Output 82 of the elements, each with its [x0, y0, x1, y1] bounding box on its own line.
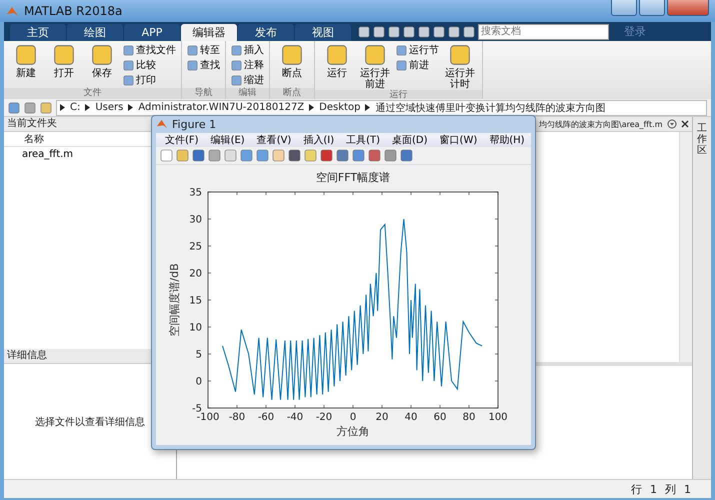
menu-item[interactable]: 窗口(W): [434, 132, 482, 147]
x-tick-label: 60: [434, 412, 446, 423]
address-field[interactable]: C: Users Administrator.WIN7U-20180127Z Desktop 通过空域快速傅里叶变换计算均匀线阵的波束方向图: [56, 100, 707, 116]
chevron-icon: [85, 104, 90, 111]
chevron-icon: [365, 104, 370, 111]
x-tick-label: 40: [404, 412, 418, 423]
search-field[interactable]: 搜索文档: [478, 24, 609, 40]
x-tick-label: -40: [286, 412, 304, 423]
toolstrip-button[interactable]: 前进: [396, 59, 439, 71]
toolstrip-button[interactable]: 比较: [123, 59, 176, 71]
ribbon-tab[interactable]: 视图: [295, 24, 351, 41]
toolstrip-button[interactable]: 注释: [231, 59, 264, 71]
close-button[interactable]: [667, 0, 709, 16]
y-tick-label: 5: [196, 349, 202, 360]
column-header[interactable]: 名称: [24, 132, 44, 146]
toolstrip-button[interactable]: 运行节: [396, 44, 439, 56]
ribbon-tab[interactable]: 发布: [238, 24, 294, 41]
y-tick-label: -5: [192, 403, 202, 414]
scrollbar[interactable]: [679, 132, 692, 362]
toolstrip-button[interactable]: 查找文件: [123, 44, 176, 56]
y-tick-label: 25: [189, 241, 202, 252]
maximize-button[interactable]: [639, 0, 665, 16]
menu-item[interactable]: 工具(T): [341, 132, 386, 147]
x-axis-label: 方位角: [336, 424, 370, 438]
y-tick-label: 20: [189, 268, 202, 280]
figure-logo-icon: [156, 118, 168, 130]
editor-tab[interactable]: 均匀线阵的波束方向图\area_fft.m: [539, 118, 663, 130]
row-label: 行: [631, 482, 642, 496]
group-label: 文件: [4, 88, 181, 99]
details-message: 选择文件以查看详细信息: [35, 416, 145, 428]
toolstrip-button[interactable]: 打印: [123, 74, 176, 86]
toolstrip-button[interactable]: 运行: [320, 44, 354, 90]
group-label: 编辑: [226, 88, 269, 99]
toolstrip-button[interactable]: 运行并计时: [443, 44, 477, 90]
window-title: MATLAB R2018a: [24, 4, 124, 18]
row-value: 1: [650, 482, 657, 496]
y-tick-label: 15: [189, 295, 202, 306]
chart-title: 空间FFT幅度谱: [316, 170, 390, 184]
chevron-icon: [309, 104, 314, 111]
toolstrip-button[interactable]: 转至: [187, 44, 220, 56]
ribbon-tab[interactable]: 编辑器: [181, 24, 237, 41]
group-label: 导航: [182, 88, 225, 99]
menu-item[interactable]: 插入(I): [298, 132, 340, 147]
ribbon-tab[interactable]: 主页: [10, 24, 66, 41]
ribbon-tab[interactable]: 绘图: [67, 24, 123, 41]
toolstrip-button[interactable]: 断点: [275, 44, 309, 88]
toolstrip-button[interactable]: 新建: [9, 44, 43, 88]
menu-item[interactable]: 编辑(E): [206, 132, 250, 147]
x-tick-label: 20: [376, 412, 388, 423]
menu-item[interactable]: 查看(V): [252, 132, 296, 147]
column-label: 列: [665, 482, 676, 496]
chevron-icon: [60, 104, 65, 111]
x-tick-label: -20: [316, 412, 332, 423]
menu-item[interactable]: 文件(F): [160, 132, 204, 147]
ribbon-tab[interactable]: APP: [124, 24, 180, 41]
toolstrip-button[interactable]: 缩进: [231, 74, 264, 86]
file-item[interactable]: area_fft.m: [4, 147, 92, 162]
options-icon[interactable]: [667, 119, 677, 129]
minimize-button[interactable]: [611, 0, 637, 16]
y-tick-label: 0: [196, 376, 202, 388]
x-tick-label: 0: [350, 412, 356, 423]
y-axis-label: 空间幅度谱/dB: [168, 263, 181, 337]
x-tick-label: -60: [258, 412, 274, 423]
x-tick-label: 100: [488, 412, 508, 423]
close-icon[interactable]: [681, 120, 689, 128]
group-label: 断点: [270, 88, 314, 99]
menu-item[interactable]: 帮助(H): [484, 132, 530, 147]
chevron-icon: [128, 104, 134, 111]
toolstrip-button[interactable]: 打开: [47, 44, 81, 88]
x-tick-label: 80: [462, 412, 476, 423]
menu-item[interactable]: 桌面(D): [387, 132, 433, 147]
x-tick-label: -80: [228, 412, 246, 423]
y-tick-label: 10: [189, 322, 202, 334]
toolstrip-button[interactable]: 保存: [85, 44, 119, 88]
column-value: 1: [684, 482, 691, 496]
app-logo-icon: [6, 4, 19, 18]
toolstrip-button[interactable]: 运行并前进: [358, 44, 392, 90]
toolstrip-button[interactable]: 插入: [231, 44, 264, 56]
y-tick-label: 35: [189, 187, 202, 198]
y-tick-label: 30: [189, 214, 202, 226]
x-tick-label: -100: [196, 412, 220, 423]
toolstrip-button[interactable]: 查找: [187, 59, 220, 71]
